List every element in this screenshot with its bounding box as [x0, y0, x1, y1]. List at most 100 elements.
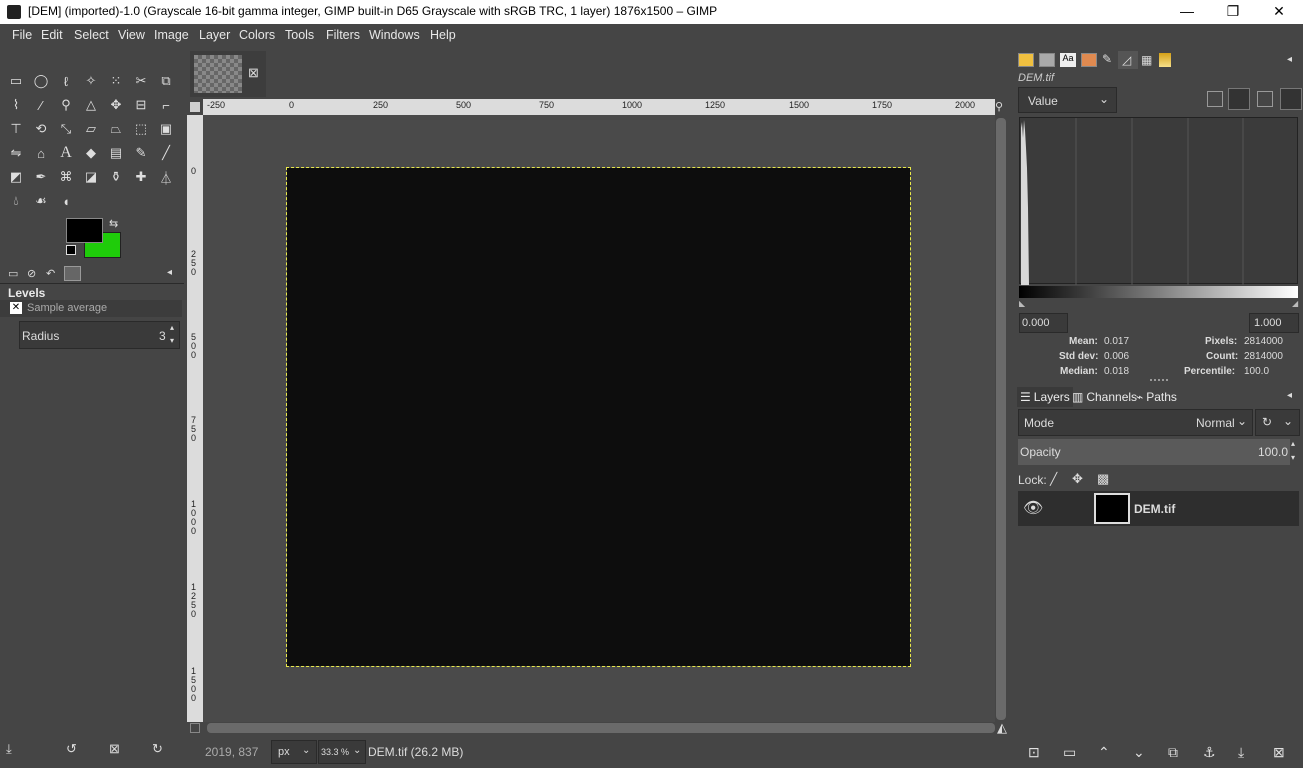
menu-edit[interactable]: Edit	[41, 28, 63, 42]
shear-icon[interactable]: ▱	[81, 119, 101, 139]
dock-menu-icon[interactable]: ◂	[1287, 54, 1292, 65]
sample-average-row[interactable]: ✕ Sample average	[0, 300, 182, 317]
navigate-image-icon[interactable]: ◭	[997, 720, 1007, 736]
delete-layer-icon[interactable]: ⊠	[1273, 744, 1285, 761]
ellipse-select-icon[interactable]: ◯	[31, 71, 51, 91]
range-high-value[interactable]: 1.000	[1254, 317, 1282, 329]
zoom-value[interactable]: 33.3 %	[321, 747, 349, 757]
images-tab-icon[interactable]	[64, 266, 81, 281]
dock-separator-handle[interactable]	[1150, 379, 1168, 382]
bucket-fill-icon[interactable]: ◆	[81, 143, 101, 163]
delete-tool-preset-icon[interactable]: ⊠	[109, 741, 120, 757]
tab-channels[interactable]: ▥ Channels	[1069, 387, 1140, 407]
undo-history-tab-icon[interactable]: ↶	[46, 267, 55, 280]
close-tab-icon[interactable]: ⊠	[248, 65, 259, 81]
range-low-marker-icon[interactable]: ◣	[1019, 299, 1025, 308]
channel-select[interactable]: Value ⌄	[1018, 87, 1117, 113]
free-select-icon[interactable]: ℓ	[56, 71, 76, 91]
menu-view[interactable]: View	[118, 28, 145, 42]
cage-transform-icon[interactable]: ⌂	[31, 143, 51, 163]
spin-up-icon[interactable]: ▴	[170, 323, 174, 332]
eye-visibility-icon[interactable]: 👁︎	[1023, 498, 1043, 518]
heal-icon[interactable]: ✚	[131, 167, 151, 187]
close-button[interactable]: ✕	[1256, 0, 1302, 24]
airbrush-icon[interactable]: ✒	[31, 167, 51, 187]
layers-dock-menu-icon[interactable]: ◂	[1287, 390, 1292, 401]
toggle-quick-mask-icon[interactable]	[190, 723, 200, 733]
menu-help[interactable]: Help	[430, 28, 456, 42]
paintbrush-icon[interactable]: ╱	[156, 143, 176, 163]
fonts-tab-icon[interactable]: Aa	[1060, 53, 1076, 67]
range-high-spinner[interactable]: 1.000	[1249, 313, 1299, 333]
menu-colors[interactable]: Colors	[239, 28, 275, 42]
paint-dynamics-tab-icon[interactable]: ✎	[1102, 52, 1112, 66]
duplicate-layer-icon[interactable]: ⧉	[1168, 744, 1178, 761]
logarithmic-histogram-icon[interactable]	[1228, 88, 1250, 110]
merge-down-icon[interactable]: ⤓	[1238, 744, 1244, 761]
histogram-view-icon[interactable]	[1257, 91, 1273, 107]
scale-icon[interactable]: ⤡	[56, 119, 76, 139]
menu-select[interactable]: Select	[74, 28, 109, 42]
rotate-icon[interactable]: ⟲	[31, 119, 51, 139]
smudge-icon[interactable]: ☙	[31, 191, 51, 211]
align-icon[interactable]: ⊟	[131, 95, 151, 115]
perspective-icon[interactable]: ⏢	[106, 119, 126, 139]
3d-transform-icon[interactable]: ⬚	[131, 119, 151, 139]
select-by-color-icon[interactable]: ⁙	[106, 71, 126, 91]
range-low-spinner[interactable]: 0.000	[1019, 313, 1068, 333]
device-status-tab-icon[interactable]: ⊘	[27, 267, 36, 280]
blur-icon[interactable]: 💧︎	[6, 191, 26, 211]
paths-icon[interactable]: ⌇	[6, 95, 26, 115]
vertical-scrollbar[interactable]	[996, 118, 1006, 720]
zoom-select[interactable]: 33.3 % ⌄	[318, 740, 366, 764]
mode-select[interactable]: Mode Normal ⌄	[1018, 409, 1253, 436]
menu-filters[interactable]: Filters	[326, 28, 360, 42]
crop-icon[interactable]: ⌐	[156, 95, 176, 115]
layer-name[interactable]: DEM.tif	[1134, 502, 1175, 516]
image-canvas[interactable]	[286, 167, 911, 667]
reset-tool-options-icon[interactable]: ↻	[152, 741, 163, 757]
perspective-clone-icon[interactable]: ⏃	[156, 167, 176, 187]
foreground-color-swatch[interactable]	[66, 218, 103, 243]
anchor-layer-icon[interactable]: ⚓︎	[1203, 744, 1216, 761]
unit-select[interactable]: px ⌄	[271, 740, 317, 764]
patterns-tab-icon[interactable]	[1039, 53, 1055, 67]
save-tool-preset-icon[interactable]: ⤓	[6, 741, 12, 757]
gradient-icon[interactable]: ▤	[106, 143, 126, 163]
composite-mode-select[interactable]: ↻ ⌄	[1255, 409, 1300, 436]
menu-layer[interactable]: Layer	[199, 28, 230, 42]
histogram-range-gradient[interactable]	[1019, 286, 1298, 298]
text-icon[interactable]: A	[56, 143, 76, 163]
tab-paths[interactable]: ⌁ Paths	[1133, 387, 1180, 407]
menu-image[interactable]: Image	[154, 28, 189, 42]
radius-spinner[interactable]: Radius 3 ▴ ▾	[19, 321, 180, 349]
menu-tools[interactable]: Tools	[285, 28, 314, 42]
default-colors-icon[interactable]	[66, 245, 76, 255]
tool-options-tab-icon[interactable]: ▭	[8, 267, 18, 280]
mypaint-brush-icon[interactable]: ◪	[81, 167, 101, 187]
foreground-select-icon[interactable]: ⧉	[156, 71, 176, 91]
maximize-button[interactable]: ❐	[1210, 0, 1256, 24]
zoom-fit-icon[interactable]: ⚲	[995, 100, 1003, 113]
histogram-tab-icon[interactable]: ◿	[1118, 51, 1138, 69]
opacity-value[interactable]: 100.0	[1258, 445, 1288, 459]
move-icon[interactable]: ✥	[106, 95, 126, 115]
tool-presets-tab-icon[interactable]	[1081, 53, 1097, 67]
spin-down-icon[interactable]: ▾	[170, 336, 174, 345]
lower-layer-icon[interactable]: ⌄	[1133, 744, 1145, 761]
lock-position-icon[interactable]: ✥	[1072, 471, 1083, 487]
minimize-button[interactable]: —	[1164, 0, 1210, 24]
range-low-value[interactable]: 0.000	[1022, 317, 1050, 329]
palettes-tab-icon[interactable]	[1159, 53, 1171, 67]
fuzzy-select-icon[interactable]: ✧	[81, 71, 101, 91]
quick-mask-corner-icon[interactable]	[189, 101, 201, 113]
linear-histogram-icon[interactable]	[1207, 91, 1223, 107]
opacity-slider[interactable]: Opacity 100.0	[1018, 439, 1290, 465]
eraser-icon[interactable]: ◩	[6, 167, 26, 187]
lock-pixels-icon[interactable]: ╱	[1050, 472, 1057, 486]
dock-menu-icon[interactable]: ◂	[167, 267, 172, 278]
sample-average-checkbox[interactable]: ✕	[10, 302, 22, 314]
histogram-mode-icon[interactable]	[1280, 88, 1302, 110]
range-high-marker-icon[interactable]: ◢	[1292, 299, 1298, 308]
dodge-burn-icon[interactable]: ◖	[56, 191, 76, 211]
